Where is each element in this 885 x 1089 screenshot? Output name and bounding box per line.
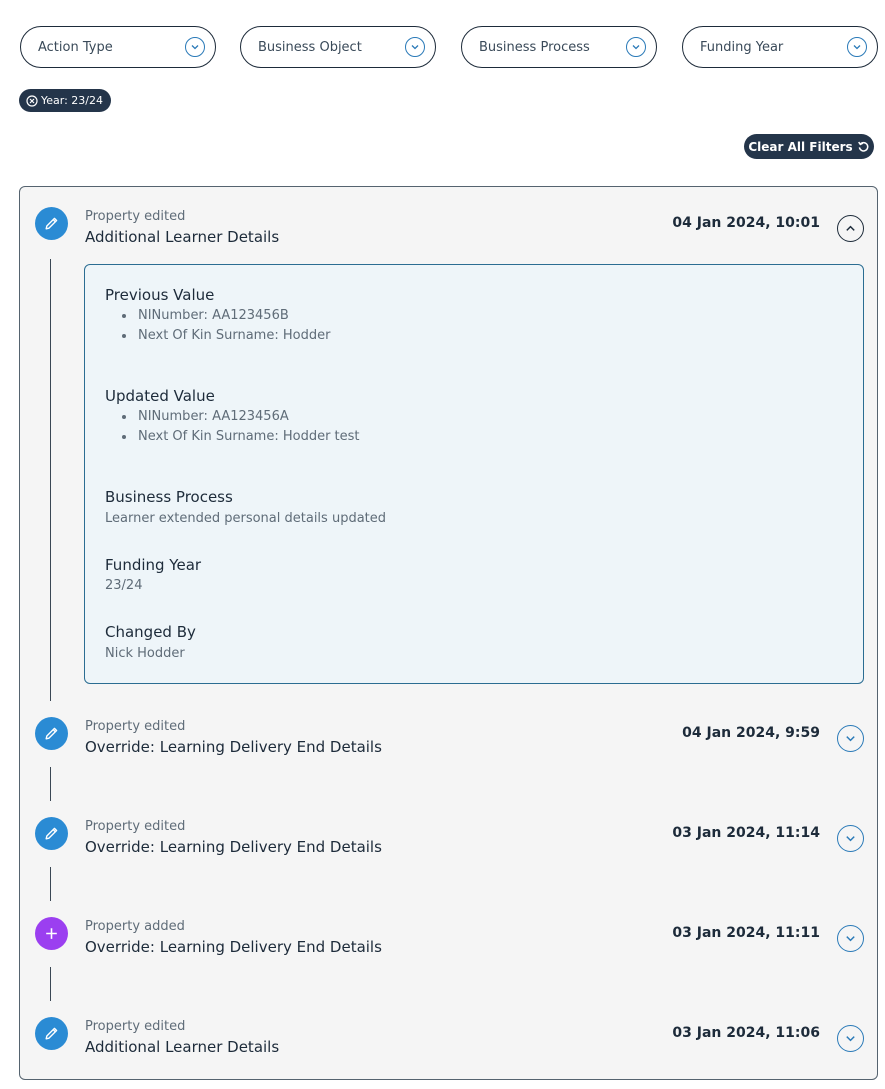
chevron-down-icon (846, 936, 855, 942)
chip-label: Year: 23/24 (41, 94, 103, 107)
timeline-item-date: 04 Jan 2024, 10:01 (672, 215, 820, 231)
timeline-connector (50, 259, 51, 701)
changed-by-heading: Changed By (105, 623, 196, 641)
filter-label: Funding Year (700, 39, 784, 55)
business-process-value: Learner extended personal details update… (105, 511, 387, 526)
funding-year-value: 23/24 (105, 578, 143, 593)
timeline-item: Property edited Additional Learner Detai… (20, 187, 877, 247)
chevron-down-icon (846, 1036, 855, 1042)
funding-year-heading: Funding Year (105, 556, 202, 574)
timeline-item-date: 03 Jan 2024, 11:11 (672, 925, 820, 941)
pencil-icon (35, 207, 68, 240)
close-circle-icon[interactable] (26, 94, 38, 107)
timeline-item-action: Property edited (85, 1019, 186, 1034)
filter-label: Action Type (38, 39, 113, 55)
change-details: Previous Value NINumber: AA123456B Next … (84, 264, 864, 684)
timeline-item-title: Override: Learning Delivery End Details (85, 738, 382, 756)
pencil-icon (35, 717, 68, 750)
clear-all-filters-label: Clear All Filters (748, 139, 853, 154)
timeline-connector (50, 967, 51, 1001)
timeline-item-action: Property edited (85, 719, 186, 734)
timeline-item: Property added Override: Learning Delive… (20, 897, 877, 957)
timeline-item: Property edited Additional Learner Detai… (20, 997, 877, 1057)
expand-button[interactable] (837, 925, 864, 952)
timeline-item-title: Additional Learner Details (85, 228, 280, 246)
chevron-down-icon (847, 37, 867, 57)
previous-value-item: Next Of Kin Surname: Hodder (121, 328, 331, 343)
updated-value-heading: Updated Value (105, 387, 215, 405)
chevron-down-icon (846, 736, 855, 742)
chevron-up-icon (846, 225, 855, 231)
filter-action-type[interactable]: Action Type (20, 26, 216, 68)
changed-by-value: Nick Hodder (105, 646, 185, 661)
filter-label: Business Object (258, 39, 362, 55)
clear-all-filters-button[interactable]: Clear All Filters (744, 134, 874, 159)
audit-timeline-panel: Property edited Additional Learner Detai… (19, 186, 878, 1080)
filter-business-process[interactable]: Business Process (461, 26, 657, 68)
previous-value-heading: Previous Value (105, 286, 215, 304)
timeline-item-action: Property added (85, 919, 185, 934)
plus-icon (35, 917, 68, 950)
expand-button[interactable] (837, 1025, 864, 1052)
updated-value-item: Next Of Kin Surname: Hodder test (122, 429, 360, 444)
expand-button[interactable] (837, 825, 864, 852)
timeline-item-date: 03 Jan 2024, 11:06 (672, 1025, 820, 1041)
active-filter-chip[interactable]: Year: 23/24 (19, 89, 111, 112)
timeline-item-date: 03 Jan 2024, 11:14 (672, 825, 820, 841)
chevron-down-icon (185, 37, 205, 57)
chevron-down-icon (405, 37, 425, 57)
expand-button[interactable] (837, 725, 864, 752)
collapse-button[interactable] (837, 215, 864, 242)
timeline-item-date: 04 Jan 2024, 9:59 (682, 725, 820, 741)
previous-value-item: NINumber: AA123456B (122, 308, 289, 323)
reset-icon (857, 141, 869, 152)
timeline-item: Property edited Override: Learning Deliv… (20, 797, 877, 857)
chevron-down-icon (846, 836, 855, 842)
timeline-item-title: Override: Learning Delivery End Details (85, 938, 382, 956)
timeline-item-action: Property edited (85, 819, 186, 834)
timeline-item: Property edited Override: Learning Deliv… (20, 697, 877, 757)
pencil-icon (35, 817, 68, 850)
timeline-item-title: Override: Learning Delivery End Details (85, 838, 382, 856)
updated-value-item: NINumber: AA123456A (122, 409, 289, 424)
filter-funding-year[interactable]: Funding Year (682, 26, 878, 68)
filter-label: Business Process (479, 39, 590, 55)
timeline-connector (50, 767, 51, 801)
timeline-item-action: Property edited (85, 209, 186, 224)
chevron-down-icon (626, 37, 646, 57)
pencil-icon (35, 1017, 68, 1050)
timeline-item-title: Additional Learner Details (85, 1038, 280, 1056)
business-process-heading: Business Process (105, 488, 233, 506)
filter-business-object[interactable]: Business Object (240, 26, 436, 68)
timeline-connector (50, 867, 51, 901)
